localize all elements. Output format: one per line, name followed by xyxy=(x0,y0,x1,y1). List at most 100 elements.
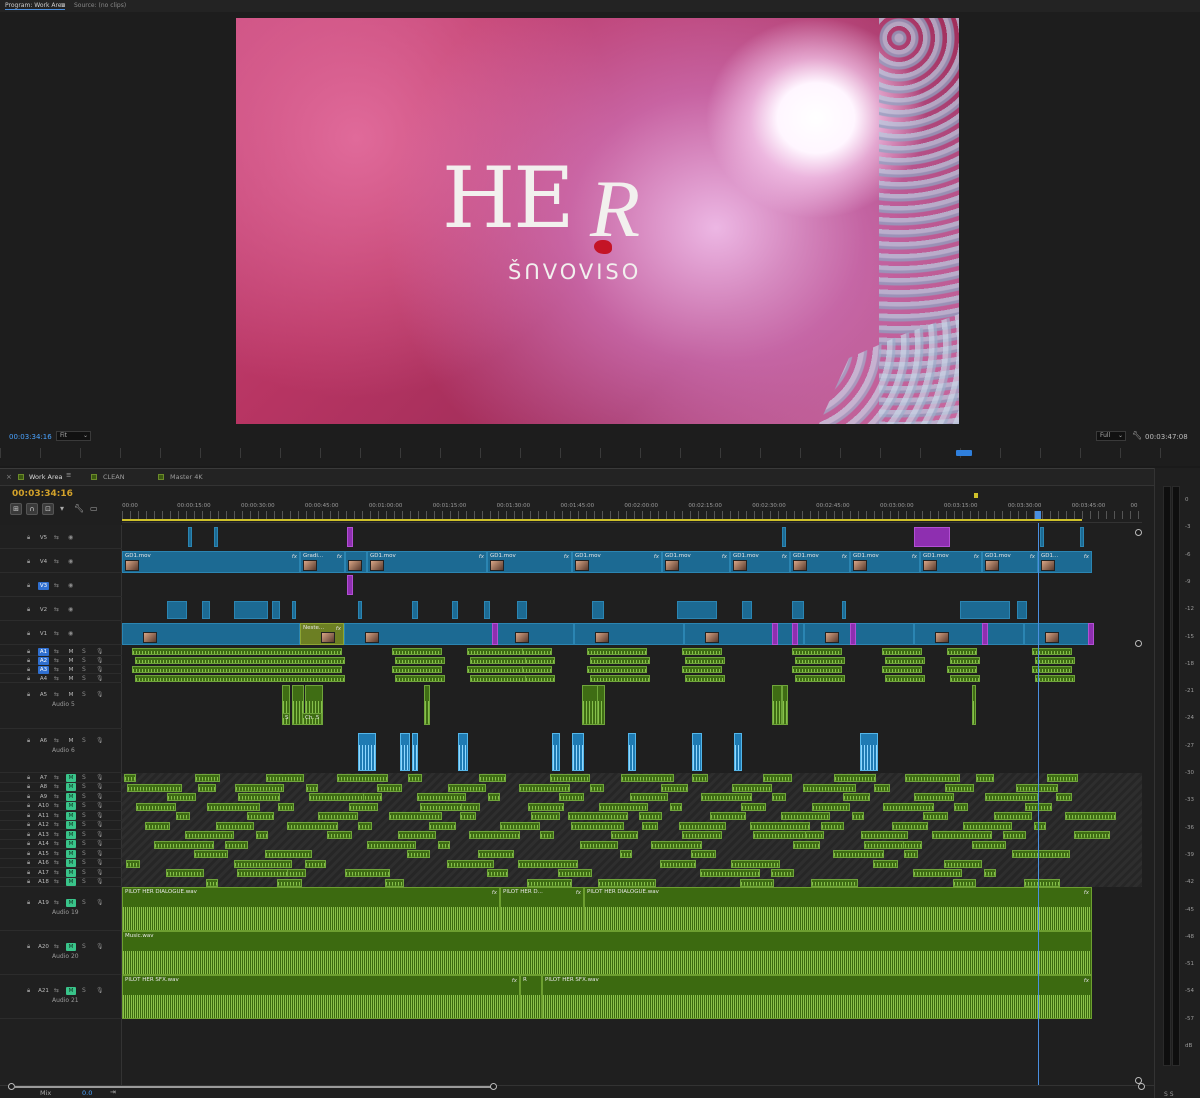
track-target-a12[interactable]: A12 xyxy=(38,821,49,829)
audio-clip[interactable] xyxy=(392,648,442,655)
mute-button[interactable]: M xyxy=(66,802,76,810)
sync-lock-icon[interactable]: ⇆ xyxy=(54,831,59,838)
mute-button[interactable]: M xyxy=(66,878,76,886)
track-area[interactable]: GD1.mov fx Gradi... fx GD1.mov fx GD1.mov fx GD1… xyxy=(122,525,1142,1085)
audio-clip[interactable] xyxy=(682,648,722,655)
audio-clip[interactable] xyxy=(417,793,466,801)
audio-clip[interactable] xyxy=(685,657,725,664)
audio-clip[interactable] xyxy=(821,821,844,830)
audio-clip[interactable] xyxy=(305,859,326,868)
audio-clip[interactable] xyxy=(953,878,976,887)
audio-clip[interactable] xyxy=(568,812,628,820)
audio-clip[interactable] xyxy=(874,783,890,792)
audio-clip[interactable] xyxy=(598,878,656,887)
sync-lock-icon[interactable]: ⇆ xyxy=(54,859,59,866)
lane-v1[interactable]: Neste... fx xyxy=(122,621,1142,645)
audio-clip[interactable] xyxy=(691,850,716,858)
solo-button[interactable]: S xyxy=(82,675,86,682)
microphone-icon[interactable]: 🎙︎ xyxy=(96,812,104,819)
audio-clip[interactable] xyxy=(795,675,845,682)
audio-clip[interactable] xyxy=(377,783,402,792)
audio-clip[interactable] xyxy=(429,821,456,830)
audio-clip[interactable] xyxy=(945,783,974,792)
solo-button[interactable]: S xyxy=(82,850,86,857)
audio-clip[interactable] xyxy=(124,774,136,782)
track-target-a7[interactable]: A7 xyxy=(38,774,49,782)
audio-clip[interactable] xyxy=(488,793,500,801)
scroll-handle-end[interactable] xyxy=(1138,1083,1145,1090)
sfx-clip[interactable]: PILOT HER SFX.wav fx xyxy=(542,975,1092,1019)
audio-clip[interactable] xyxy=(458,733,468,771)
mute-button[interactable]: M xyxy=(66,899,76,907)
solo-button[interactable]: S xyxy=(82,869,86,876)
solo-button[interactable]: S xyxy=(82,691,86,698)
track-target-a15[interactable]: A15 xyxy=(38,850,49,858)
lock-icon[interactable]: 🔒︎ xyxy=(27,783,30,791)
audio-clip[interactable] xyxy=(522,666,552,673)
dialogue-clip[interactable]: PILOT HER D... fx xyxy=(500,887,584,931)
lock-icon[interactable]: 🔒︎ xyxy=(27,666,30,674)
video-clip[interactable]: GD1... fx xyxy=(1038,551,1092,573)
lane-a21[interactable]: PILOT HER SFX.wav fx R PILOT HER SFX.wav fx xyxy=(122,975,1142,1019)
video-clip[interactable] xyxy=(345,551,367,573)
track-target-v5[interactable]: V5 xyxy=(38,534,49,542)
video-clip[interactable] xyxy=(1040,527,1044,547)
sync-lock-icon[interactable]: ⇆ xyxy=(54,691,59,698)
audio-clip[interactable] xyxy=(620,850,632,858)
audio-clip[interactable] xyxy=(337,774,388,782)
sync-lock-icon[interactable]: ⇆ xyxy=(54,737,59,744)
microphone-icon[interactable]: 🎙︎ xyxy=(96,831,104,838)
audio-clip[interactable] xyxy=(860,733,878,771)
audio-clip[interactable] xyxy=(972,685,976,725)
audio-clip[interactable] xyxy=(772,685,782,725)
lock-icon[interactable]: 🔒︎ xyxy=(27,821,30,829)
solo-button[interactable]: S xyxy=(82,859,86,866)
audio-clip[interactable] xyxy=(198,783,216,792)
microphone-icon[interactable]: 🎙︎ xyxy=(96,691,104,698)
mute-button[interactable]: M xyxy=(66,821,76,829)
audio-clip[interactable] xyxy=(136,802,176,811)
audio-clip[interactable] xyxy=(167,793,196,801)
audio-clip[interactable] xyxy=(195,774,220,782)
sfx-clip[interactable]: R xyxy=(520,975,542,1019)
audio-clip[interactable] xyxy=(795,657,845,664)
audio-clip[interactable] xyxy=(126,859,140,868)
microphone-icon[interactable]: 🎙︎ xyxy=(96,987,104,994)
lock-icon[interactable]: 🔒︎ xyxy=(27,802,30,810)
track-target-a13[interactable]: A13 xyxy=(38,831,49,839)
audio-clip[interactable] xyxy=(599,802,648,811)
audio-clip[interactable] xyxy=(661,783,688,792)
mute-button[interactable]: M xyxy=(66,773,76,782)
scroll-handle-right[interactable] xyxy=(490,1083,497,1090)
tab-clean[interactable]: CLEAN xyxy=(103,473,125,481)
sync-lock-icon[interactable]: ⇆ xyxy=(54,878,59,885)
audio-clip[interactable] xyxy=(864,840,904,849)
lock-icon[interactable]: 🔒︎ xyxy=(27,691,30,699)
audio-clip[interactable] xyxy=(206,878,218,887)
audio-clip[interactable] xyxy=(424,685,430,725)
audio-clip[interactable] xyxy=(127,783,182,792)
audio-clip[interactable] xyxy=(590,675,650,682)
mute-button[interactable]: M xyxy=(66,691,76,699)
music-clip[interactable]: Music.wav xyxy=(122,931,1092,975)
lane-a1[interactable] xyxy=(122,647,1142,656)
track-target-v4[interactable]: V4 xyxy=(38,558,49,566)
audio-clip[interactable] xyxy=(947,648,977,655)
sync-lock-icon[interactable]: ⇆ xyxy=(54,558,59,565)
track-target-a14[interactable]: A14 xyxy=(38,840,49,848)
audio-clip[interactable] xyxy=(587,648,647,655)
lane-a3[interactable] xyxy=(122,665,1142,674)
microphone-icon[interactable]: 🎙︎ xyxy=(96,793,104,800)
video-clip[interactable] xyxy=(214,527,218,547)
lane-audio-group[interactable] xyxy=(122,773,1142,887)
lock-icon[interactable]: 🔒︎ xyxy=(27,630,30,638)
audio-clip[interactable] xyxy=(522,648,552,655)
audio-clip[interactable] xyxy=(763,774,792,782)
audio-clip[interactable] xyxy=(772,793,786,801)
audio-clip[interactable] xyxy=(358,821,372,830)
lock-icon[interactable]: 🔒︎ xyxy=(27,859,30,867)
video-clip[interactable] xyxy=(1017,601,1027,619)
sync-lock-icon[interactable]: ⇆ xyxy=(54,666,59,673)
audio-clip[interactable] xyxy=(642,821,658,830)
track-target-a6[interactable]: A6 xyxy=(38,737,49,745)
